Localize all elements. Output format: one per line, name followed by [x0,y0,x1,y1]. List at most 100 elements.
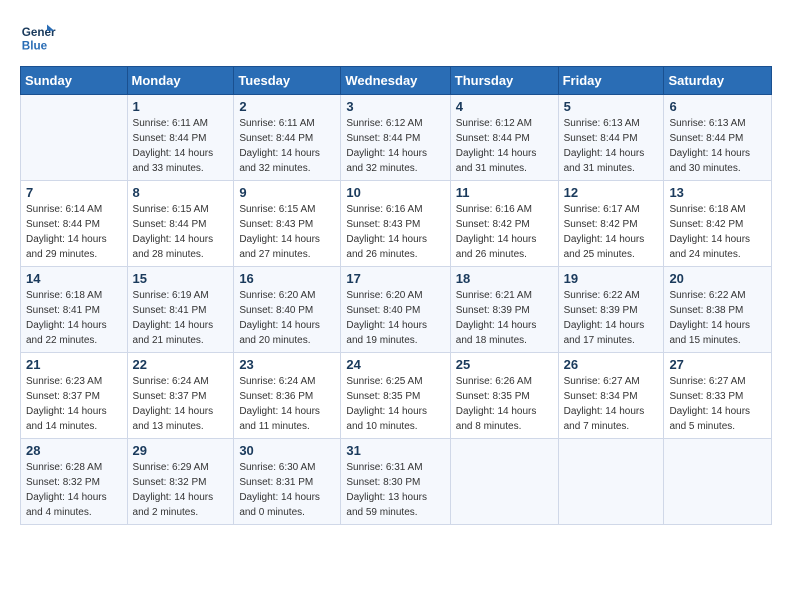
sunrise-info: Sunrise: 6:12 AM [346,118,422,129]
day-number: 5 [564,99,659,114]
cell-info: Sunrise: 6:13 AMSunset: 8:44 PMDaylight:… [669,116,766,176]
cell-info: Sunrise: 6:25 AM Sunset: 8:35 PM Daylight:… [346,374,444,434]
sunset-info: Sunset: 8:38 PM [669,305,743,316]
sunrise-info: Sunrise: 6:13 AM [669,118,745,129]
daylight-info: Daylight: 14 hours and 31 minutes. [456,148,537,174]
daylight-info: Daylight: 14 hours and 10 minutes. [346,406,427,432]
sunrise-info: Sunrise: 6:23 AM [26,376,102,387]
sunset-info: Sunset: 8:39 PM [564,305,638,316]
cell-info: Sunrise: 6:22 AMSunset: 8:39 PMDaylight:… [564,288,659,348]
calendar-cell: 29Sunrise: 6:29 AMSunset: 8:32 PMDayligh… [127,439,234,525]
cell-info: Sunrise: 6:21 AMSunset: 8:39 PMDaylight:… [456,288,553,348]
sunset-info: Sunset: 8:42 PM [669,219,743,230]
sunrise-info: Sunrise: 6:25 AM [346,376,422,387]
calendar-cell: 27Sunrise: 6:27 AMSunset: 8:33 PMDayligh… [664,353,772,439]
sunrise-info: Sunrise: 6:28 AM [26,462,102,473]
sunset-info: Sunset: 8:37 PM [26,391,100,402]
cell-info: Sunrise: 6:12 AMSunset: 8:44 PMDaylight:… [346,116,444,176]
daylight-info: Daylight: 14 hours and 19 minutes. [346,320,427,346]
sunrise-info: Sunrise: 6:11 AM [239,118,314,129]
sunset-info: Sunset: 8:35 PM [346,391,420,402]
cell-info: Sunrise: 6:16 AMSunset: 8:43 PMDaylight:… [346,202,444,262]
day-number: 11 [456,185,553,200]
sunrise-info: Sunrise: 6:20 AM [239,290,315,301]
calendar-cell: 13Sunrise: 6:18 AMSunset: 8:42 PMDayligh… [664,181,772,267]
cell-info: Sunrise: 6:19 AMSunset: 8:41 PMDaylight:… [133,288,229,348]
calendar-cell: 15Sunrise: 6:19 AMSunset: 8:41 PMDayligh… [127,267,234,353]
sunrise-info: Sunrise: 6:21 AM [456,290,532,301]
day-number: 2 [239,99,335,114]
daylight-info: Daylight: 14 hours and 18 minutes. [456,320,537,346]
sunrise-info: Sunrise: 6:11 AM [133,118,208,129]
day-number: 18 [456,271,553,286]
cell-info: Sunrise: 6:27 AMSunset: 8:34 PMDaylight:… [564,374,659,434]
daylight-info: Daylight: 14 hours and 31 minutes. [564,148,645,174]
sunset-info: Sunset: 8:41 PM [133,305,207,316]
sunset-info: Sunset: 8:43 PM [346,219,420,230]
calendar-cell: 18 Sunrise: 6:21 AMSunset: 8:39 PMDayligh… [450,267,558,353]
cell-info: Sunrise: 6:27 AMSunset: 8:33 PMDaylight:… [669,374,766,434]
calendar-cell: 25Sunrise: 6:26 AMSunset: 8:35 PMDayligh… [450,353,558,439]
daylight-info: Daylight: 14 hours and 20 minutes. [239,320,320,346]
day-number: 19 [564,271,659,286]
daylight-info: Daylight: 14 hours and 28 minutes. [133,234,214,260]
weekday-header-friday: Friday [558,67,664,95]
day-number: 1 [133,99,229,114]
day-number: 21 [26,357,122,372]
sunrise-info: Sunrise: 6:20 AM [346,290,422,301]
calendar-cell [450,439,558,525]
calendar-cell [21,95,128,181]
day-number: 20 [669,271,766,286]
calendar-cell: 7Sunrise: 6:14 AMSunset: 8:44 PMDaylight… [21,181,128,267]
daylight-info: Daylight: 14 hours and 7 minutes. [564,406,645,432]
cell-info: Sunrise: 6:14 AMSunset: 8:44 PMDaylight:… [26,202,122,262]
cell-info: Sunrise: 6:15 AMSunset: 8:44 PMDaylight:… [133,202,229,262]
calendar-cell [558,439,664,525]
day-number: 8 [133,185,229,200]
calendar-cell: 14 Sunrise: 6:18 AMSunset: 8:41 PMDayligh… [21,267,128,353]
daylight-info: Daylight: 14 hours and 32 minutes. [239,148,320,174]
sunset-info: Sunset: 8:30 PM [346,477,420,488]
calendar-cell: 9Sunrise: 6:15 AMSunset: 8:43 PMDaylight… [234,181,341,267]
sunset-info: Sunset: 8:33 PM [669,391,743,402]
page-header: General Blue [20,20,772,56]
calendar-cell: 4Sunrise: 6:12 AMSunset: 8:44 PMDaylight… [450,95,558,181]
sunrise-info: Sunrise: 6:22 AM [564,290,640,301]
day-number: 17 [346,271,444,286]
cell-info: Sunrise: 6:30 AMSunset: 8:31 PMDaylight:… [239,460,335,520]
daylight-info: Daylight: 14 hours and 14 minutes. [26,406,107,432]
cell-info: Sunrise: 6:23 AM Sunset: 8:37 PM Daylight:… [26,374,122,434]
sunrise-info: Sunrise: 6:26 AM [456,376,532,387]
cell-info: Sunrise: 6:20 AMSunset: 8:40 PMDaylight:… [346,288,444,348]
sunset-info: Sunset: 8:43 PM [239,219,313,230]
calendar-cell [664,439,772,525]
day-number: 24 [346,357,444,372]
cell-info: Sunrise: 6:18 AMSunset: 8:41 PMDaylight:… [26,288,122,348]
daylight-info: Daylight: 14 hours and 33 minutes. [133,148,214,174]
sunset-info: Sunset: 8:35 PM [456,391,530,402]
sunrise-info: Sunrise: 6:18 AM [669,204,745,215]
sunrise-info: Sunrise: 6:27 AM [669,376,745,387]
day-number: 25 [456,357,553,372]
sunrise-info: Sunrise: 6:17 AM [564,204,640,215]
sunset-info: Sunset: 8:42 PM [456,219,530,230]
daylight-info: Daylight: 14 hours and 2 minutes. [133,492,214,518]
weekday-header-wednesday: Wednesday [341,67,450,95]
weekday-header-saturday: Saturday [664,67,772,95]
calendar-cell: 6Sunrise: 6:13 AMSunset: 8:44 PMDaylight… [664,95,772,181]
svg-text:Blue: Blue [22,40,48,53]
sunset-info: Sunset: 8:44 PM [133,133,207,144]
calendar-cell: 28Sunrise: 6:28 AMSunset: 8:32 PMDayligh… [21,439,128,525]
sunrise-info: Sunrise: 6:18 AM [26,290,102,301]
cell-info: Sunrise: 6:20 AMSunset: 8:40 PMDaylight:… [239,288,335,348]
day-number: 31 [346,443,444,458]
sunset-info: Sunset: 8:44 PM [456,133,530,144]
day-number: 14 [26,271,122,286]
sunset-info: Sunset: 8:36 PM [239,391,313,402]
sunrise-info: Sunrise: 6:13 AM [564,118,640,129]
day-number: 3 [346,99,444,114]
calendar-cell: 22Sunrise: 6:24 AMSunset: 8:37 PMDayligh… [127,353,234,439]
daylight-info: Daylight: 14 hours and 15 minutes. [669,320,750,346]
calendar-cell: 31Sunrise: 6:31 AMSunset: 8:30 PMDayligh… [341,439,450,525]
calendar-cell: 2Sunrise: 6:11 AMSunset: 8:44 PMDaylight… [234,95,341,181]
